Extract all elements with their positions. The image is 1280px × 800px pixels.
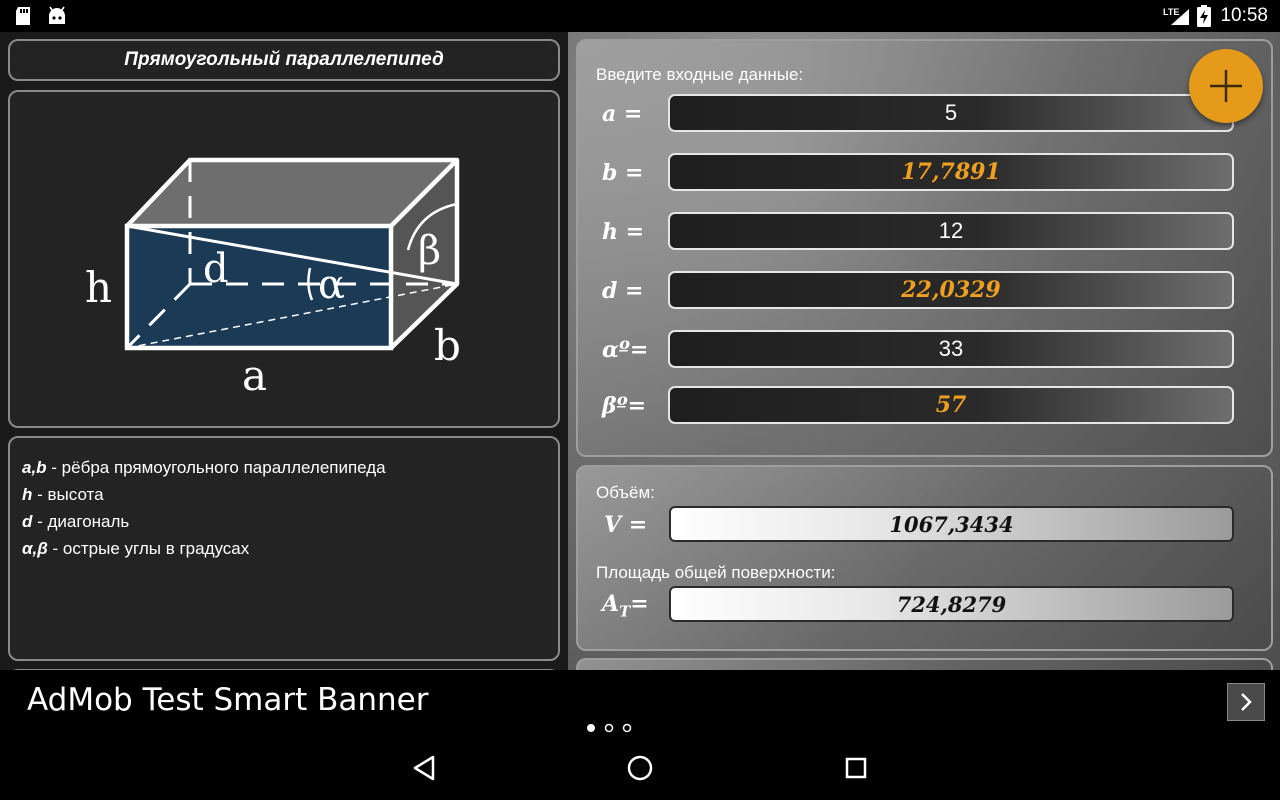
label-b: b (434, 321, 461, 370)
add-button[interactable] (1189, 49, 1263, 123)
parallelepiped-figure: h d α β a b (85, 157, 461, 400)
label-a-field: a = (602, 101, 643, 127)
input-alpha[interactable]: 33 (668, 330, 1234, 368)
navigation-bar (0, 740, 1280, 800)
label-beta: β (418, 228, 441, 274)
input-card: Введите входные данные: a = 5 b = 17,789… (576, 39, 1273, 457)
label-h-field: h = (602, 219, 645, 245)
ad-next-button[interactable] (1227, 683, 1265, 721)
page-title: Прямоугольный параллелепипед (124, 49, 444, 70)
volume-header: Объём: (596, 483, 655, 502)
label-b-field: b = (602, 160, 644, 186)
left-pane: Прямоугольный параллелепипед h d α β a b… (0, 32, 568, 670)
android-icon (49, 6, 65, 24)
main-content: Прямоугольный параллелепипед h d α β a b… (0, 32, 1280, 670)
home-icon[interactable] (626, 754, 654, 782)
label-beta-field: βº= (602, 393, 647, 419)
volume-value: 1067,3434 (669, 506, 1234, 542)
label-alpha: α (318, 262, 345, 308)
legend-item: α,β - острые углы в градусах (22, 539, 250, 558)
label-d-field: d = (602, 278, 644, 304)
label-alpha-field: αº= (602, 337, 649, 363)
ad-banner[interactable]: AdMob Test Smart Banner (0, 670, 1280, 740)
label-d: d (203, 246, 229, 292)
legend-item: d - диагональ (22, 512, 130, 531)
title-card: Прямоугольный параллелепипед (8, 39, 560, 81)
volume-label: V = (604, 512, 648, 538)
input-b[interactable]: 17,7891 (668, 153, 1234, 191)
input-header: Введите входные данные: (596, 65, 804, 84)
chevron-right-icon (1241, 693, 1252, 711)
label-a: a (242, 351, 267, 400)
plus-icon (1210, 70, 1242, 102)
surface-area-value: 724,8279 (669, 586, 1234, 622)
input-a[interactable]: 5 (668, 94, 1234, 132)
ad-text: AdMob Test Smart Banner (27, 682, 429, 718)
results-card: Объём: V = 1067,3434 Площадь общей повер… (576, 465, 1273, 651)
page-indicator (587, 723, 632, 733)
legend-item: h - высота (22, 485, 104, 504)
surface-area-header: Площадь общей поверхности: (596, 563, 836, 582)
input-h[interactable]: 12 (668, 212, 1234, 250)
sd-card-icon (16, 7, 30, 25)
legend-item: a,b - рёбра прямоугольного параллелепипе… (22, 458, 386, 477)
clock: 10:58 (1220, 5, 1268, 26)
signal-icon (1171, 9, 1189, 25)
input-d[interactable]: 22,0329 (668, 271, 1234, 309)
surface-area-label: AT= (602, 591, 649, 621)
recents-icon[interactable] (844, 754, 868, 782)
battery-charging-icon (1197, 5, 1211, 27)
back-icon[interactable] (411, 754, 437, 782)
input-beta[interactable]: 57 (668, 386, 1234, 424)
legend-card: a,b - рёбра прямоугольного параллелепипе… (8, 436, 560, 661)
figure-card: h d α β a b (8, 90, 560, 428)
status-bar: LTE 10:58 (0, 0, 1280, 32)
front-face (127, 226, 391, 348)
extra-card (576, 658, 1273, 670)
label-h: h (85, 263, 112, 312)
